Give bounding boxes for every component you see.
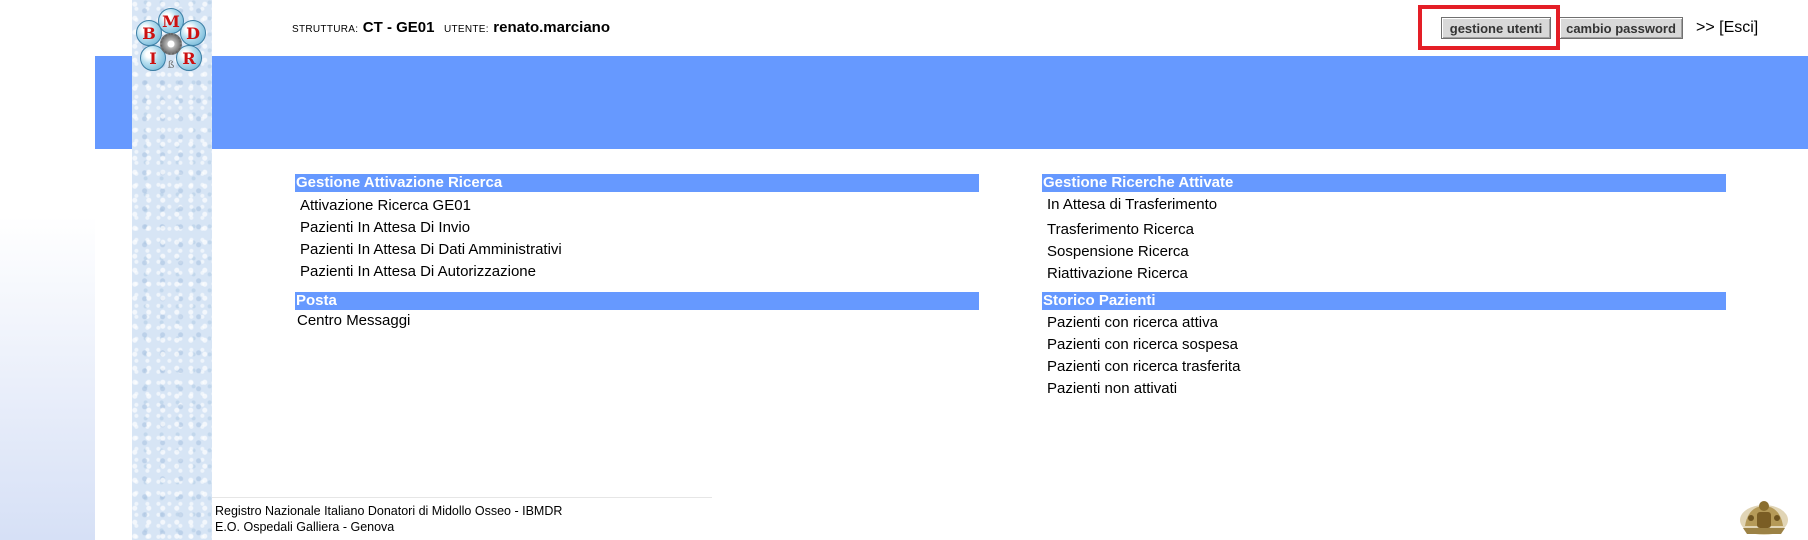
coat-of-arms-icon [1737, 498, 1791, 538]
cambio-password-button[interactable]: cambio password [1559, 17, 1683, 39]
menu-item-attesa-invio[interactable]: Pazienti In Attesa Di Invio [295, 217, 979, 239]
struttura-label: STRUTTURA: [292, 24, 359, 35]
menu-item-non-attivati[interactable]: Pazienti non attivati [1042, 378, 1726, 400]
gestione-utenti-button[interactable]: gestione utenti [1441, 17, 1551, 39]
menu-item-centro-messaggi[interactable]: Centro Messaggi [295, 310, 979, 332]
footer-divider [212, 497, 712, 498]
footer-line-1: Registro Nazionale Italiano Donatori di … [215, 504, 563, 518]
session-info: STRUTTURA: CT - GE01 UTENTE: renato.marc… [292, 19, 615, 37]
ibmdr-logo: B M D I R ß [136, 8, 208, 80]
section-gestione-attivazione: Gestione Attivazione Ricerca Attivazione… [295, 174, 979, 283]
menu-item-trasferimento-ricerca[interactable]: Trasferimento Ricerca [1042, 219, 1726, 241]
esci-link[interactable]: >> [Esci] [1696, 19, 1758, 37]
gear-icon [160, 33, 182, 55]
section-gestione-ricerche: Gestione Ricerche Attivate In Attesa di … [1042, 174, 1726, 285]
footer-line-2: E.O. Ospedali Galliera - Genova [215, 520, 395, 534]
menu-item-ricerca-sospesa[interactable]: Pazienti con ricerca sospesa [1042, 334, 1726, 356]
footer: Registro Nazionale Italiano Donatori di … [215, 503, 562, 535]
menu-item-attesa-autorizzazione[interactable]: Pazienti In Attesa Di Autorizzazione [295, 261, 979, 283]
left-gradient-background [0, 0, 95, 540]
menu-item-attesa-trasferimento[interactable]: In Attesa di Trasferimento [1042, 194, 1726, 216]
utente-value: renato.marciano [493, 19, 610, 36]
menu-item-sospensione-ricerca[interactable]: Sospensione Ricerca [1042, 241, 1726, 263]
section-storico-pazienti: Storico Pazienti Pazienti con ricerca at… [1042, 292, 1726, 400]
section-title: Gestione Ricerche Attivate [1042, 174, 1726, 192]
logo-column-texture [132, 0, 212, 540]
section-title: Storico Pazienti [1042, 292, 1726, 310]
header-band [95, 56, 1808, 149]
section-posta: Posta Centro Messaggi [295, 292, 979, 332]
menu-item-ricerca-trasferita[interactable]: Pazienti con ricerca trasferita [1042, 356, 1726, 378]
section-title: Posta [295, 292, 979, 310]
menu-item-attivazione-ricerca[interactable]: Attivazione Ricerca GE01 [295, 195, 979, 217]
logo-small-mark: ß [167, 60, 175, 71]
menu-item-ricerca-attiva[interactable]: Pazienti con ricerca attiva [1042, 312, 1726, 334]
utente-label: UTENTE: [443, 24, 489, 35]
logo-ball-d: D [180, 20, 206, 46]
menu-item-attesa-dati-amministrativi[interactable]: Pazienti In Attesa Di Dati Amministrativ… [295, 239, 979, 261]
struttura-value: CT - GE01 [362, 19, 435, 36]
section-title: Gestione Attivazione Ricerca [295, 174, 979, 192]
menu-item-riattivazione-ricerca[interactable]: Riattivazione Ricerca [1042, 263, 1726, 285]
